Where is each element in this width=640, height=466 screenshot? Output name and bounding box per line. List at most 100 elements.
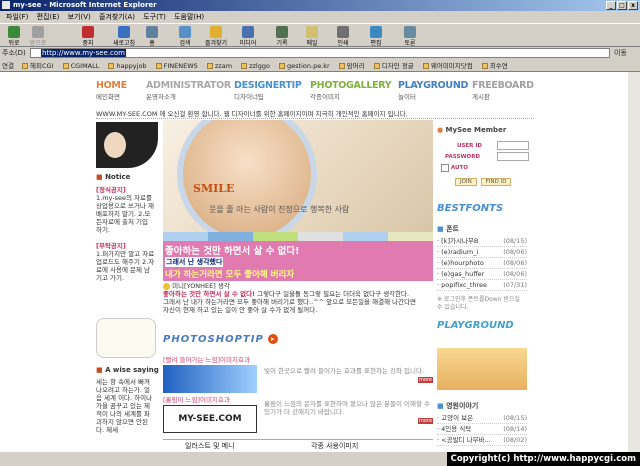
playground-title[interactable]: PLAYGROUND — [437, 320, 527, 331]
feature-line3: 내가 하는거라면 모두 좋아해 버리자 — [165, 270, 295, 280]
media-button[interactable]: 미디어 — [236, 25, 260, 47]
print-button[interactable]: 인쇄 — [331, 25, 355, 47]
minimize-button[interactable]: _ — [606, 1, 616, 10]
page-icon — [481, 63, 488, 69]
section-illustration[interactable]: 일러스트 및 메니 — [185, 442, 235, 450]
favorites-icon — [210, 26, 222, 38]
link-item[interactable]: zzam — [206, 62, 232, 70]
nav-designertip[interactable]: DESIGNERTIP 디자이너팁 — [234, 80, 302, 102]
link-item[interactable]: 웨어미미지닷컴 — [422, 62, 473, 70]
menu-tools[interactable]: 도구(T) — [143, 13, 166, 21]
link-item[interactable]: CGIMALL — [62, 62, 99, 70]
user-id-input[interactable] — [497, 141, 529, 150]
vertical-scrollbar[interactable] — [628, 72, 640, 458]
menu-help[interactable]: 도움말(H) — [174, 13, 204, 21]
left-margin — [0, 72, 94, 458]
main-banner: SMILE 웃을 줄 아는 사람이 진정으로 행복한 사람 — [163, 120, 433, 232]
go-button[interactable]: 이동 — [614, 47, 627, 60]
page-icon — [155, 63, 162, 69]
login-form: USER ID PASSWORD AUTO JOIN FIND ID — [437, 141, 529, 186]
banner-tab[interactable] — [388, 232, 433, 241]
right-margin — [530, 72, 628, 458]
nav-administrator[interactable]: ADMINISTRATOR 운영자소개 — [146, 80, 231, 102]
forward-button[interactable]: 앞으로 — [26, 25, 50, 47]
nav-photogallery[interactable]: PHOTOGALLERY 각종이미지 — [310, 80, 392, 102]
tip-item[interactable]: [흘림이 느낌]이미지효과 MY-SEE.COM — [163, 394, 261, 433]
playground-illustration[interactable] — [437, 348, 527, 390]
link-item[interactable]: gestion.pe.kr — [279, 62, 330, 70]
page-icon — [422, 63, 429, 69]
font-note: ※ 로그인후 폰트를Down 받으실 수 있습니다. — [437, 296, 520, 311]
list-item[interactable]: · (e)radium_i (08/06) — [437, 247, 527, 258]
close-button[interactable]: x — [628, 1, 638, 10]
list-item[interactable]: · popifixc_three (07/31) — [437, 280, 527, 291]
history-icon — [276, 26, 288, 38]
link-item[interactable]: 최수연 — [481, 62, 508, 70]
nav-playground[interactable]: PLAYGROUND 놀이터 — [398, 80, 468, 102]
list-item[interactable]: · (e)hourphoto (08/06) — [437, 258, 527, 269]
history-button[interactable]: 기록 — [270, 25, 294, 47]
banner-tab[interactable] — [253, 232, 298, 241]
link-item[interactable]: zzlggo — [241, 62, 270, 70]
address-input[interactable]: http://www.my-see.com — [30, 48, 610, 58]
tip-thumbnail[interactable] — [163, 365, 257, 393]
edit-button[interactable]: 편집 — [364, 25, 388, 47]
mail-button[interactable]: 메일 — [300, 25, 324, 47]
find-id-button[interactable]: FIND ID — [480, 178, 512, 186]
link-item[interactable]: 디자인 정글 — [373, 62, 414, 70]
maximize-button[interactable]: □ — [617, 1, 627, 10]
books-title: ■ 영원이야기 — [437, 402, 479, 410]
more-button[interactable]: more — [418, 418, 433, 424]
copyright-label: Copyright(c) http://www.happycgi.com — [446, 452, 640, 466]
menu-edit[interactable]: 편집(E) — [37, 13, 60, 21]
window-controls: _ □ x — [606, 1, 638, 10]
menu-favorites[interactable]: 즐겨찾기(A) — [99, 13, 135, 21]
links-bar: 연결 해피CGI CGIMALL happyjob FINENEWS zzam … — [0, 60, 640, 72]
banner-tab[interactable] — [208, 232, 253, 241]
auto-login-checkbox[interactable] — [441, 163, 449, 172]
page-icon — [206, 63, 213, 69]
more-button[interactable]: more — [418, 377, 433, 383]
search-button[interactable]: 검색 — [173, 25, 197, 47]
favorites-button[interactable]: 즐겨찾기 — [202, 25, 230, 47]
list-item[interactable]: · [k]가시나무B (08/15) — [437, 236, 527, 247]
address-bar: 주소(D) http://www.my-see.com 이동 — [0, 47, 640, 60]
banner-tab[interactable] — [343, 232, 388, 241]
link-item[interactable]: FINENEWS — [155, 62, 198, 70]
ie-icon — [2, 1, 10, 9]
refresh-button[interactable]: 새로고침 — [110, 25, 138, 47]
window-title-bar: my-see - Microsoft Internet Explorer _ □… — [0, 0, 640, 11]
menu-view[interactable]: 보기(V) — [68, 13, 91, 21]
feature-box: 좋아하는 것만 하면서 살 수 없다! 그래서 난 생각했다 내가 하는거라면 … — [163, 241, 433, 281]
page-icon — [22, 63, 29, 69]
quote-box: 미니[YONHEE] 생각 좋아하는 것만 하면서 살 수 없다! 그렇다구 일… — [163, 282, 417, 314]
book-list: · 고양이 보은 (08/15) · 4인용 식탁 (08/14) · <공발디 나… — [437, 413, 527, 446]
stop-button[interactable]: 중지 — [76, 25, 100, 47]
join-button[interactable]: JOIN — [455, 178, 477, 186]
password-input[interactable] — [497, 152, 529, 161]
back-button[interactable]: 뒤로 — [2, 25, 26, 47]
banner-tab[interactable] — [163, 232, 208, 241]
links-label: 연결 — [2, 62, 14, 70]
tip-item[interactable]: [빨려 들어가는 느낌]이미지효과 — [163, 354, 261, 393]
forward-arrow-icon — [32, 26, 44, 38]
list-item[interactable]: · (e)gas_huffer (08/06) — [437, 269, 527, 280]
list-item[interactable]: · 4인용 식탁 (08/14) — [437, 424, 527, 435]
link-item[interactable]: 해피CGI — [22, 62, 54, 70]
nav-freeboard[interactable]: FREEBOARD 게시판 — [472, 80, 534, 102]
link-item[interactable]: 맘머리 — [338, 62, 365, 70]
list-item[interactable]: · 고양이 보은 (08/15) — [437, 413, 527, 424]
discuss-icon — [404, 26, 416, 38]
quote-author: 미니[YONHEE] 생각 — [172, 282, 230, 290]
nav-home[interactable]: HOME 메인화면 — [96, 80, 127, 102]
list-item[interactable]: · <공발디 나무바... (08/02) — [437, 435, 527, 446]
feature-line1: 좋아하는 것만 하면서 살 수 없다! — [165, 246, 300, 257]
guestbook-badge[interactable] — [96, 318, 156, 358]
banner-tab[interactable] — [298, 232, 343, 241]
menu-file[interactable]: 파일(F) — [6, 13, 28, 21]
tip-thumbnail[interactable]: MY-SEE.COM — [163, 405, 257, 433]
avatar-illustration — [96, 122, 158, 168]
link-item[interactable]: happyjob — [108, 62, 147, 70]
home-button[interactable]: 홈 — [140, 25, 164, 47]
discuss-button[interactable]: 토론 — [398, 25, 422, 47]
